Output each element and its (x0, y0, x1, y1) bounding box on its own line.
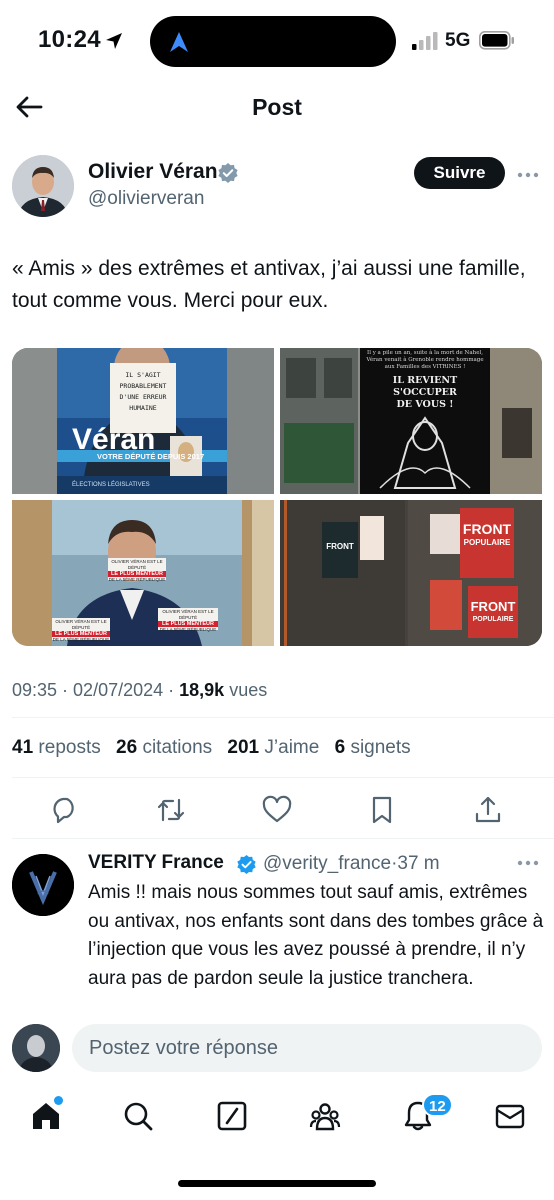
bottom-nav (0, 1090, 554, 1148)
media-image-4[interactable]: FRONT FRONT POPULAIRE FRONT POPULAIRE (280, 500, 542, 646)
reposts-count: 41 (12, 737, 34, 758)
media-image-2[interactable]: Il y a pile un an, suite à la mort de Na… (280, 348, 542, 494)
sticker-line: DE LA 5ÈME RÉPUBLIQUE (108, 577, 166, 582)
divider (12, 777, 554, 778)
grok-icon[interactable] (216, 1100, 248, 1132)
poster-line: S'OCCUPER (393, 387, 457, 398)
more-icon[interactable] (517, 860, 539, 866)
poster-line: FRONT (470, 599, 516, 614)
views-count: 18,9k (179, 680, 225, 700)
reply-author-name[interactable]: VERITY France (88, 852, 224, 874)
quotes-stat[interactable]: 26 citations (116, 737, 212, 758)
reply-avatar[interactable] (12, 854, 74, 916)
location-arrow-icon (106, 33, 122, 49)
reposts-stat[interactable]: 41 reposts (12, 737, 101, 758)
poster-line: IL REVIENT (392, 375, 458, 386)
bookmarks-count: 6 (334, 737, 346, 758)
poster-line: aux Familles des VITRINES ! (384, 364, 466, 370)
search-icon[interactable] (122, 1100, 154, 1132)
reply-icon[interactable] (50, 795, 80, 825)
sticker-label: OLIVIER VÉRAN EST LE DÉPUTÉ LE PLUS MENT… (52, 619, 110, 643)
share-icon[interactable] (473, 795, 503, 825)
divider (12, 717, 554, 718)
poster-line: DE VOUS ! (396, 399, 454, 410)
poster-line: POPULAIRE (463, 538, 511, 547)
more-icon[interactable] (517, 172, 539, 178)
reply-composer-input[interactable] (72, 1024, 542, 1072)
home-unread-dot (54, 1096, 63, 1105)
poster-text: FRONT POPULAIRE (468, 600, 518, 626)
note-line: PROBABLEMENT (119, 382, 167, 390)
bookmarks-label: signets (350, 737, 411, 758)
home-indicator (178, 1180, 376, 1187)
status-bar: 10:24 5G (0, 0, 554, 80)
poster-line: Il y a pile un an, suite à la mort de Na… (367, 350, 483, 356)
post-time: 09:35 (12, 680, 58, 700)
poster-line: POPULAIRE (472, 616, 514, 623)
note-line: HUMAINE (129, 404, 157, 412)
poster-footer: ÉLECTIONS LÉGISLATIVES (72, 482, 150, 488)
bookmark-icon[interactable] (367, 795, 397, 825)
follow-button[interactable]: Suivre (414, 157, 505, 189)
sticker-line: OLIVIER VÉRAN EST LE DÉPUTÉ (55, 619, 107, 630)
page-title: Post (252, 94, 302, 120)
sticker-label: OLIVIER VÉRAN EST LE DÉPUTÉ LE PLUS MENT… (158, 609, 218, 633)
note-line: IL S'AGIT (125, 371, 161, 379)
verified-badge-icon (218, 163, 238, 183)
author-handle[interactable]: @olivierveran (88, 188, 204, 210)
notifications-badge: 12 (422, 1093, 453, 1117)
author-name[interactable]: Olivier Véran (88, 160, 218, 184)
poster-banner: VOTRE DÉPUTÉ DEPUIS 2017 (97, 452, 205, 461)
likes-stat[interactable]: 201 J’aime (227, 737, 319, 758)
status-time: 10:24 (38, 26, 101, 53)
user-avatar[interactable] (12, 1024, 60, 1072)
network-type: 5G (445, 30, 471, 51)
sticker-line: DE LA 5ÈME RÉPUBLIQUE (52, 637, 110, 642)
sticker-line: DE LA 5ÈME RÉPUBLIQUE (159, 627, 217, 632)
likes-count: 201 (227, 737, 260, 758)
signal-icon (412, 32, 438, 50)
communities-icon[interactable] (309, 1100, 341, 1132)
poster-line: Véran venait à Grenoble rendre hommage (366, 357, 484, 363)
poster-text: FRONT POPULAIRE (460, 522, 514, 550)
poster-small-text: Il y a pile un an, suite à la mort de Na… (362, 350, 488, 371)
quotes-label: citations (142, 737, 213, 758)
sticker-line: OLIVIER VÉRAN EST LE DÉPUTÉ (162, 609, 214, 620)
repost-icon[interactable] (156, 795, 186, 825)
reply-handle[interactable]: @verity_france (263, 853, 391, 874)
post-meta: 09:35 · 02/07/2024 · 18,9k vues (12, 680, 267, 701)
sticker-line: OLIVIER VÉRAN EST LE DÉPUTÉ (111, 559, 163, 570)
reply-text: Amis !! mais nous sommes tout sauf amis,… (88, 882, 544, 989)
poster-headline: IL REVIENT S'OCCUPER DE VOUS ! (362, 375, 488, 411)
note-line: D'UNE ERREUR (119, 393, 167, 401)
post-actions (0, 790, 554, 830)
verified-badge-icon (237, 854, 256, 875)
poster-line: FRONT (462, 521, 512, 537)
post-text: « Amis » des extrêmes et antivax, j’ai a… (12, 257, 526, 312)
bookmarks-stat[interactable]: 6 signets (335, 737, 411, 758)
like-icon[interactable] (262, 795, 292, 825)
reply-handle-time: @verity_france·37 m (263, 853, 440, 875)
quotes-count: 26 (116, 737, 138, 758)
scroll-fade (0, 1008, 554, 1020)
sticker-label: OLIVIER VÉRAN EST LE DÉPUTÉ LE PLUS MENT… (108, 559, 166, 583)
author-avatar[interactable] (12, 155, 74, 217)
likes-label: J’aime (264, 737, 320, 758)
battery-icon (479, 31, 514, 50)
meta-separator: · (57, 680, 74, 700)
reposts-label: reposts (38, 737, 101, 758)
media-image-1[interactable]: IL S'AGIT PROBABLEMENT D'UNE ERREUR HUMA… (12, 348, 274, 494)
reply-time: 37 m (397, 853, 440, 874)
views-label: vues (229, 680, 268, 700)
media-grid: IL S'AGIT PROBABLEMENT D'UNE ERREUR HUMA… (12, 348, 542, 646)
top-bar: Post (0, 82, 554, 134)
app-indicator-icon (170, 32, 188, 52)
poster-text: FRONT (326, 542, 354, 551)
meta-separator: · (163, 680, 180, 700)
messages-icon[interactable] (494, 1100, 526, 1132)
engagement-stats: 41 reposts 26 citations 201 J’aime 6 sig… (12, 737, 421, 759)
post-date: 02/07/2024 (73, 680, 164, 700)
divider (12, 838, 554, 839)
media-image-3[interactable]: OLIVIER VÉRAN EST LE DÉPUTÉ LE PLUS MENT… (12, 500, 274, 646)
